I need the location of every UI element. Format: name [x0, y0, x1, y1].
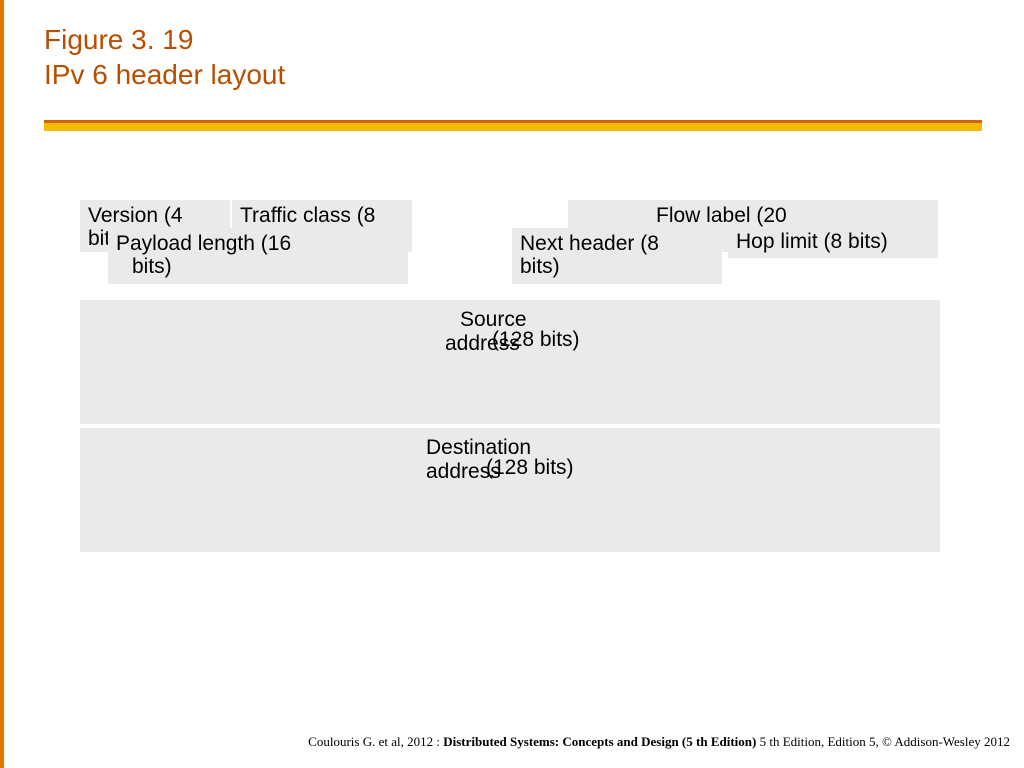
field-src-label-2: address: [445, 332, 520, 355]
field-payload-l1: Payload length (16: [116, 232, 291, 255]
field-next-header: Next header (8 bits): [512, 228, 722, 284]
figure-title: IPv 6 header layout: [44, 57, 980, 92]
field-payload-l2: bits): [116, 255, 402, 278]
rule-yellow: [44, 123, 982, 131]
field-next-l1: Next header (8: [520, 232, 659, 255]
field-payload-length: Payload length (16 bits): [108, 228, 408, 284]
citation-suffix: 5 th Edition, Edition 5, © Addison-Wesle…: [756, 734, 1010, 749]
slide: Figure 3. 19 IPv 6 header layout Version…: [0, 0, 1024, 768]
citation-prefix: Coulouris G. et al, 2012 :: [308, 734, 443, 749]
field-next-l2: bits): [520, 255, 716, 278]
field-hop-l1: Hop limit (8 bits): [736, 230, 888, 253]
figure-number: Figure 3. 19: [44, 22, 980, 57]
citation: Coulouris G. et al, 2012 : Distributed S…: [14, 734, 1010, 750]
field-hop-limit: Hop limit (8 bits): [728, 228, 938, 258]
accent-stripe: [0, 0, 4, 768]
citation-bold: Distributed Systems: Concepts and Design…: [443, 734, 756, 749]
field-version-l1: Version (4: [88, 204, 183, 227]
title-block: Figure 3. 19 IPv 6 header layout: [44, 22, 980, 92]
ipv6-header-diagram: Version (4 bits) Traffic class (8 bits) …: [80, 200, 940, 620]
field-traffic-l1: Traffic class (8: [240, 204, 375, 227]
field-dst-label-2: address: [426, 460, 501, 483]
field-flow-l1: Flow label (20: [576, 204, 932, 227]
title-underline: [44, 120, 982, 131]
